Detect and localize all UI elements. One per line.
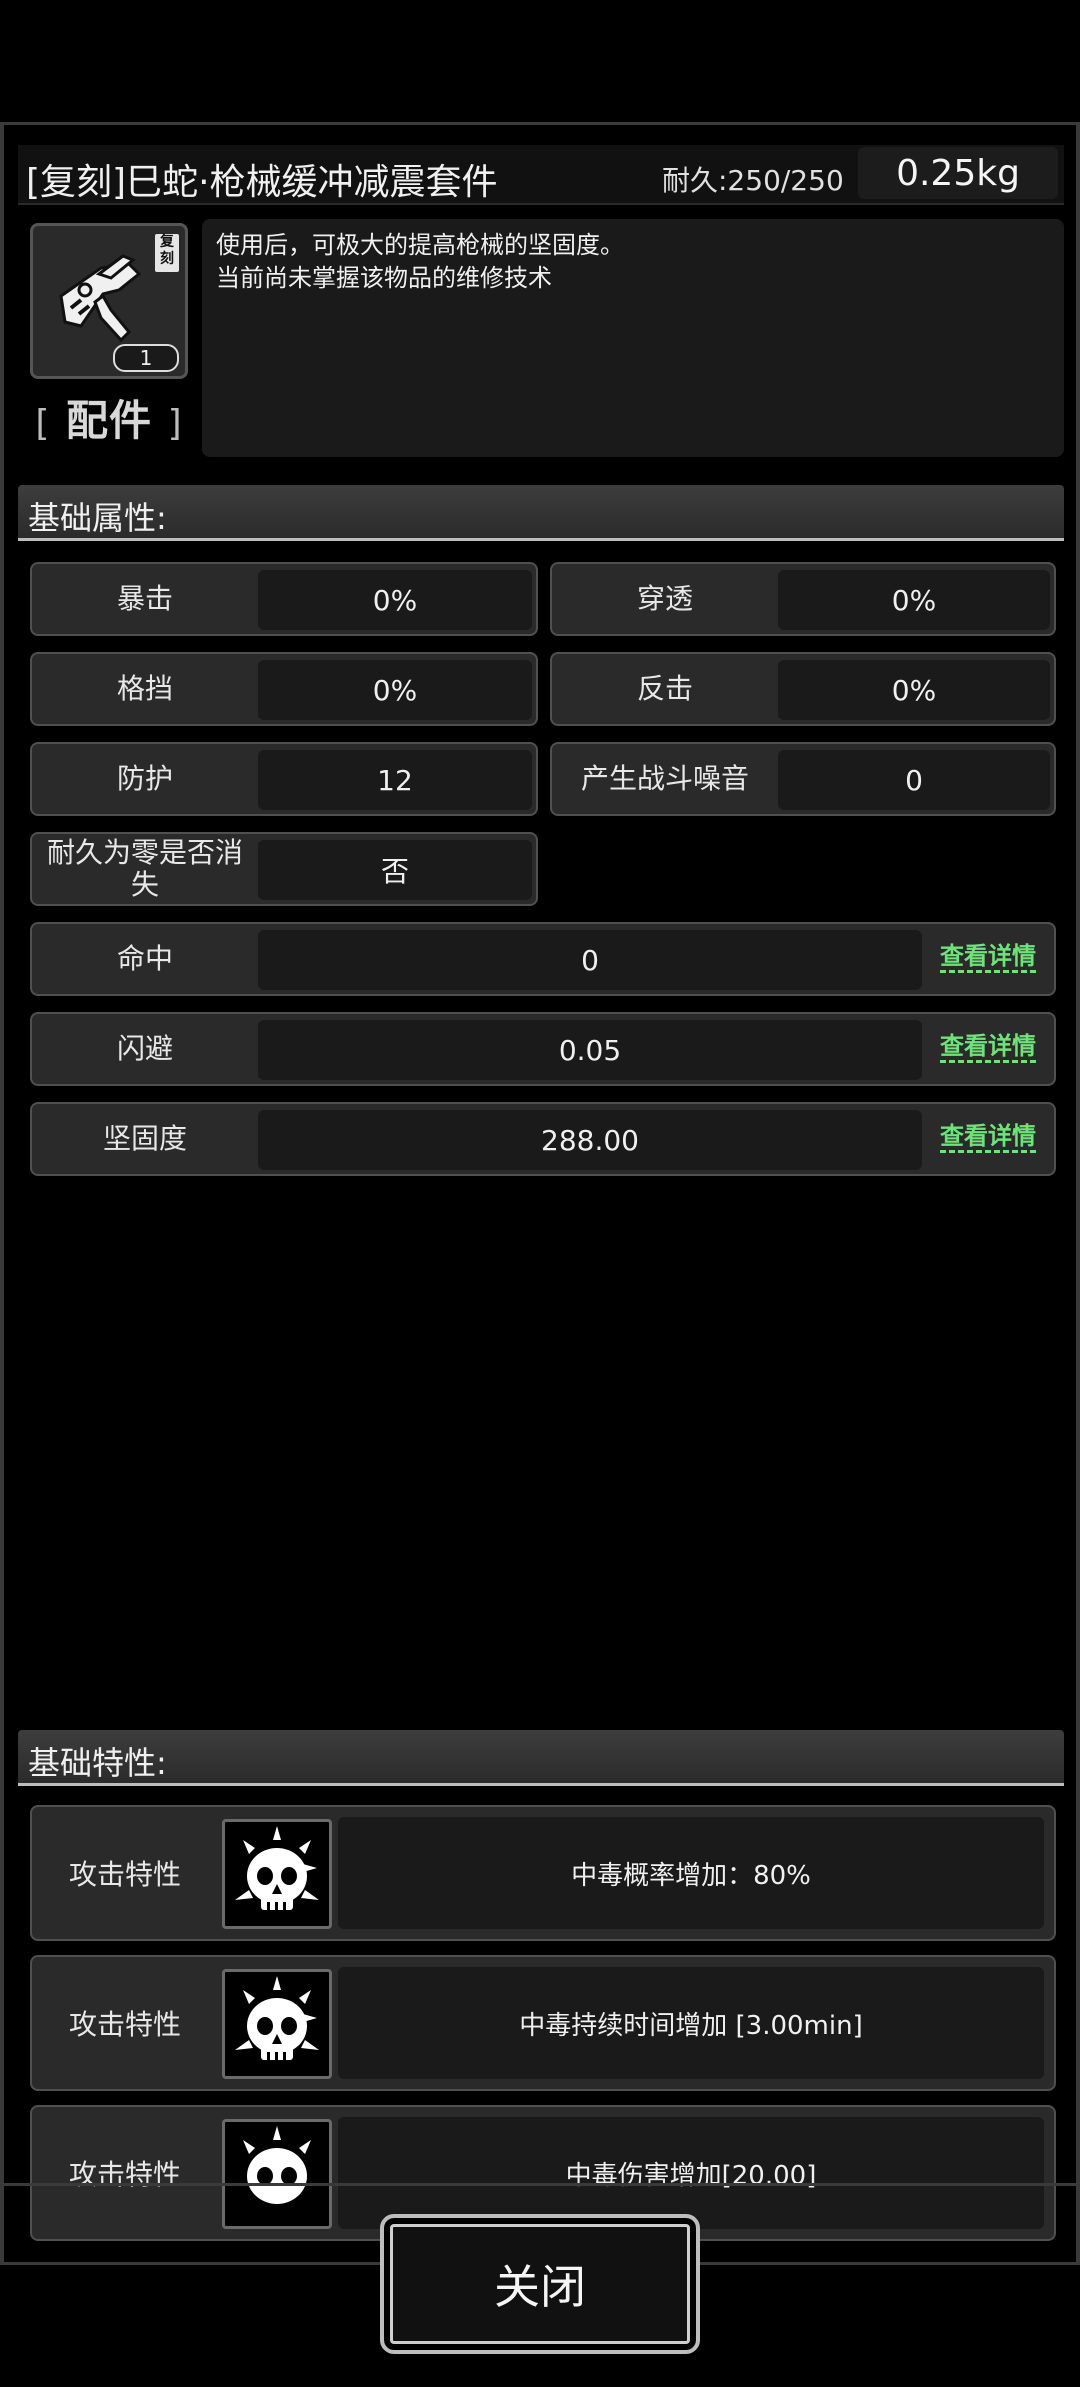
trait-row: 攻击特性 <box>30 1955 1056 2091</box>
stat-value: 否 <box>258 840 532 900</box>
stat-label: 命中 <box>116 942 173 975</box>
close-button[interactable]: 关闭 <box>380 2214 700 2354</box>
bracket-right: ] <box>167 403 183 444</box>
stat-label: 闪避 <box>116 1032 173 1065</box>
stat-label: 暴击 <box>116 582 173 615</box>
trait-row: 攻击特性 <box>30 1805 1056 1941</box>
item-type-text: 配件 <box>65 396 152 445</box>
item-count-badge: 1 <box>113 344 179 372</box>
stat-value: 12 <box>258 750 532 810</box>
stat-value: 288.00 <box>258 1110 922 1170</box>
item-type-label: [ 配件 ] <box>30 387 188 447</box>
stat-value: 0 <box>258 930 922 990</box>
stat-label: 耐久为零是否消失 <box>46 836 243 901</box>
stat-vanish-at-zero: 耐久为零是否消失 否 <box>30 832 538 906</box>
view-details-link-dodge[interactable]: 查看详情 <box>940 1032 1036 1063</box>
item-description: 使用后，可极大的提高枪械的坚固度。 当前尚未掌握该物品的维修技术 <box>202 219 1064 457</box>
stat-value: 0% <box>778 660 1050 720</box>
item-name: [复刻]巳蛇·枪械缓冲减震套件 <box>26 162 498 203</box>
basic-attributes-header: 基础属性: <box>18 485 1064 541</box>
poison-skull-icon <box>222 1969 332 2079</box>
stat-crit: 暴击 0% <box>30 562 538 636</box>
basic-traits-header: 基础特性: <box>18 1730 1064 1786</box>
stat-value: 0% <box>258 570 532 630</box>
view-details-link-sturdiness[interactable]: 查看详情 <box>940 1122 1036 1153</box>
replica-tag: 复刻 <box>155 234 179 272</box>
stat-counter: 反击 0% <box>550 652 1056 726</box>
stat-label: 坚固度 <box>102 1122 187 1155</box>
view-details-link-hit[interactable]: 查看详情 <box>940 942 1036 973</box>
stat-label: 产生战斗噪音 <box>580 762 749 795</box>
title-bar: [复刻]巳蛇·枪械缓冲减震套件 耐久:250/250 0.25kg <box>18 145 1064 205</box>
weight-value: 0.25kg <box>858 147 1058 199</box>
item-icon-frame[interactable]: 复刻 1 <box>30 223 188 379</box>
stat-value: 0.05 <box>258 1020 922 1080</box>
durability-text: 耐久:250/250 <box>662 164 844 197</box>
stat-pierce: 穿透 0% <box>550 562 1056 636</box>
stat-label: 反击 <box>636 672 693 705</box>
stat-sturdiness: 坚固度 288.00 查看详情 <box>30 1102 1056 1176</box>
stat-label: 穿透 <box>636 582 693 615</box>
gun-stock-icon <box>59 254 142 343</box>
stat-hit: 命中 0 查看详情 <box>30 922 1056 996</box>
stat-value: 0 <box>778 750 1050 810</box>
poison-skull-icon <box>222 1819 332 1929</box>
trait-text: 中毒持续时间增加 [3.00min] <box>338 1967 1044 2079</box>
stat-label: 防护 <box>116 762 173 795</box>
stat-value: 0% <box>258 660 532 720</box>
trait-text: 中毒概率增加：80% <box>338 1817 1044 1929</box>
trait-label: 攻击特性 <box>68 2008 181 2041</box>
bracket-left: [ <box>35 403 51 444</box>
trait-label: 攻击特性 <box>68 1858 181 1891</box>
description-line-1: 使用后，可极大的提高枪械的坚固度。 <box>216 231 624 259</box>
stat-combat-noise: 产生战斗噪音 0 <box>550 742 1056 816</box>
stat-dodge: 闪避 0.05 查看详情 <box>30 1012 1056 1086</box>
stat-label: 格挡 <box>116 672 173 705</box>
description-line-2: 当前尚未掌握该物品的维修技术 <box>216 264 552 292</box>
stat-defense: 防护 12 <box>30 742 538 816</box>
stat-value: 0% <box>778 570 1050 630</box>
item-detail-panel: [复刻]巳蛇·枪械缓冲减震套件 耐久:250/250 0.25kg 复刻 1 [… <box>0 122 1080 2295</box>
stat-block: 格挡 0% <box>30 652 538 726</box>
